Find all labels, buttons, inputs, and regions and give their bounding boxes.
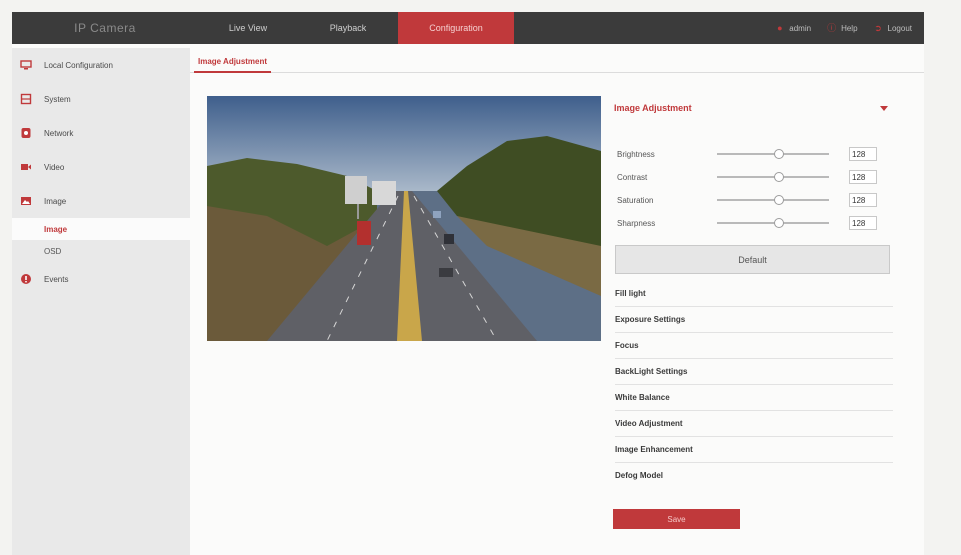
app-frame: IP Camera Live View Playback Configurati…: [12, 12, 924, 555]
events-icon: [20, 273, 32, 285]
logout-link[interactable]: ➲ Logout: [874, 22, 912, 33]
section-defog-model[interactable]: Defog Model: [615, 462, 893, 488]
image-icon: [20, 195, 32, 207]
sharpness-row: Sharpness: [617, 213, 892, 233]
sidebar: Local Configuration System Network Video…: [12, 48, 190, 555]
default-button[interactable]: Default: [615, 245, 890, 274]
nav-live-view[interactable]: Live View: [198, 12, 298, 44]
sidebar-subitem-image[interactable]: Image: [12, 218, 190, 240]
section-fill-light[interactable]: Fill light: [615, 280, 893, 307]
sidebar-item-label: Events: [44, 274, 69, 284]
section-exposure-settings[interactable]: Exposure Settings: [615, 306, 893, 333]
sharpness-slider-knob[interactable]: [773, 218, 784, 228]
tab-bar: Image Adjustment: [190, 48, 924, 73]
saturation-row: Saturation: [617, 190, 892, 210]
contrast-value-input[interactable]: [849, 170, 877, 184]
help-icon: ⓘ: [827, 22, 837, 33]
sidebar-item-label: System: [44, 94, 71, 104]
contrast-slider-knob[interactable]: [773, 172, 784, 182]
sidebar-subitem-osd[interactable]: OSD: [12, 240, 190, 262]
video-preview: [207, 96, 601, 341]
save-button[interactable]: Save: [613, 509, 740, 529]
image-adjustment-section-toggle[interactable]: Image Adjustment: [614, 100, 890, 116]
logout-label: Logout: [887, 23, 912, 33]
sidebar-item-label: Image: [44, 196, 67, 206]
sidebar-item-image[interactable]: Image: [12, 184, 190, 218]
section-backlight-settings[interactable]: BackLight Settings: [615, 358, 893, 385]
brightness-label: Brightness: [617, 149, 655, 159]
user-menu: ● admin ⓘ Help ➲ Logout: [775, 12, 924, 44]
sidebar-item-events[interactable]: Events: [12, 262, 190, 296]
tab-image-adjustment[interactable]: Image Adjustment: [194, 52, 272, 73]
help-label: Help: [841, 23, 858, 33]
contrast-row: Contrast: [617, 167, 892, 187]
brightness-slider-knob[interactable]: [773, 149, 784, 159]
sidebar-item-label: Network: [44, 128, 74, 138]
brightness-slider[interactable]: [717, 149, 829, 159]
video-icon: [20, 161, 32, 173]
image-adjustment-section-title: Image Adjustment: [614, 103, 692, 113]
sidebar-item-network[interactable]: Network: [12, 116, 190, 150]
saturation-slider[interactable]: [717, 195, 829, 205]
section-video-adjustment[interactable]: Video Adjustment: [615, 410, 893, 437]
sidebar-item-local-configuration[interactable]: Local Configuration: [12, 48, 190, 82]
user-label: admin: [789, 23, 812, 33]
nav-playback[interactable]: Playback: [298, 12, 398, 44]
network-icon: [20, 127, 32, 139]
system-icon: [20, 93, 32, 105]
saturation-label: Saturation: [617, 195, 654, 205]
contrast-slider[interactable]: [717, 172, 829, 182]
sidebar-item-label: Video: [44, 162, 65, 172]
brightness-value-input[interactable]: [849, 147, 877, 161]
contrast-label: Contrast: [617, 172, 648, 182]
sidebar-item-video[interactable]: Video: [12, 150, 190, 184]
brightness-row: Brightness: [617, 144, 892, 164]
caret-down-icon: [880, 105, 888, 111]
sidebar-item-system[interactable]: System: [12, 82, 190, 116]
sharpness-label: Sharpness: [617, 218, 656, 228]
sharpness-slider[interactable]: [717, 218, 829, 228]
sharpness-value-input[interactable]: [849, 216, 877, 230]
help-link[interactable]: ⓘ Help: [827, 22, 858, 33]
user-icon: ●: [777, 22, 783, 33]
logout-icon: ➲: [874, 22, 882, 33]
user-link[interactable]: ● admin: [775, 22, 812, 33]
monitor-icon: [20, 59, 32, 71]
section-image-enhancement[interactable]: Image Enhancement: [615, 436, 893, 463]
saturation-slider-knob[interactable]: [773, 195, 784, 205]
nav-configuration[interactable]: Configuration: [398, 12, 514, 44]
top-bar: IP Camera Live View Playback Configurati…: [12, 12, 924, 44]
brand-logo: IP Camera: [74, 21, 136, 35]
sidebar-item-label: Local Configuration: [44, 60, 113, 70]
section-white-balance[interactable]: White Balance: [615, 384, 893, 411]
saturation-value-input[interactable]: [849, 193, 877, 207]
section-focus[interactable]: Focus: [615, 332, 893, 359]
